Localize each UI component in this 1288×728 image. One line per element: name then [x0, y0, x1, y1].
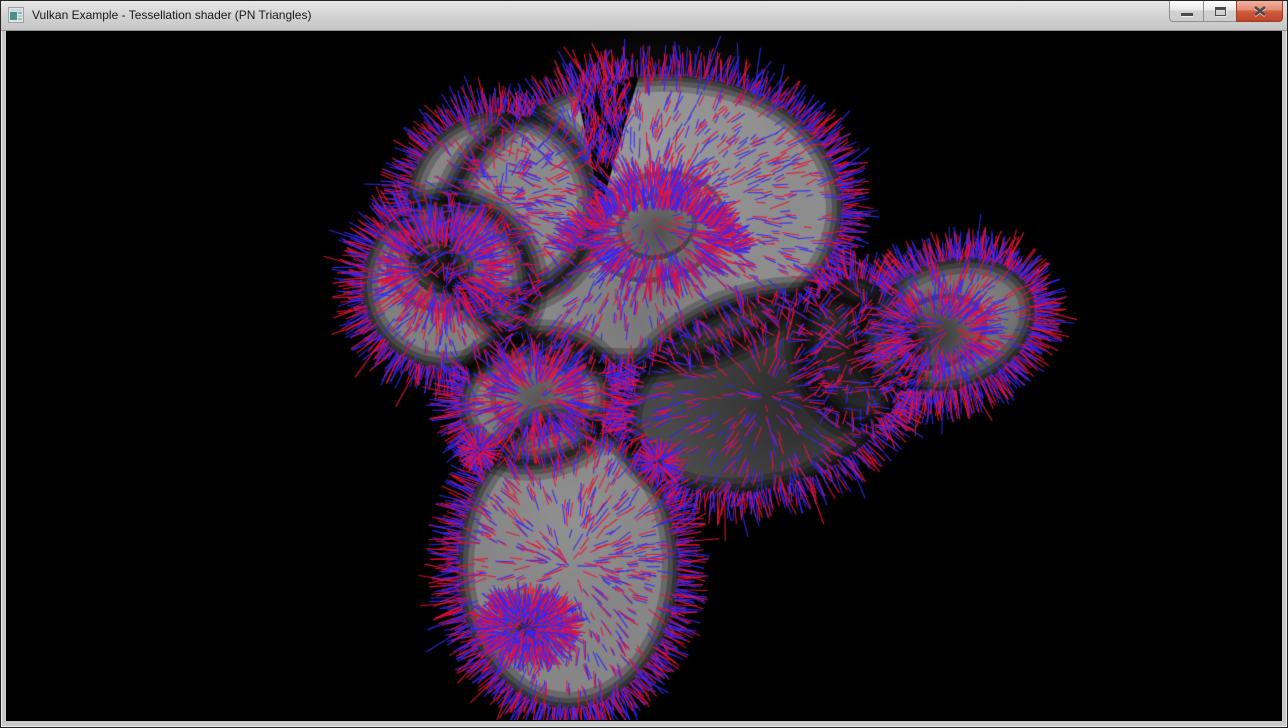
- minimize-button[interactable]: [1169, 1, 1204, 22]
- maximize-icon: [1215, 7, 1226, 16]
- minimize-icon: [1181, 13, 1193, 16]
- window-titlebar[interactable]: Vulkan Example - Tessellation shader (PN…: [1, 1, 1287, 31]
- window-icon: [8, 7, 24, 23]
- render-viewport: [6, 31, 1282, 721]
- window-controls: [1169, 1, 1283, 22]
- close-button[interactable]: [1236, 1, 1283, 22]
- maximize-button[interactable]: [1203, 1, 1237, 22]
- close-icon: [1253, 5, 1267, 17]
- window: Vulkan Example - Tessellation shader (PN…: [0, 0, 1288, 728]
- window-title: Vulkan Example - Tessellation shader (PN…: [32, 8, 311, 22]
- viewport-canvas[interactable]: [6, 31, 1282, 720]
